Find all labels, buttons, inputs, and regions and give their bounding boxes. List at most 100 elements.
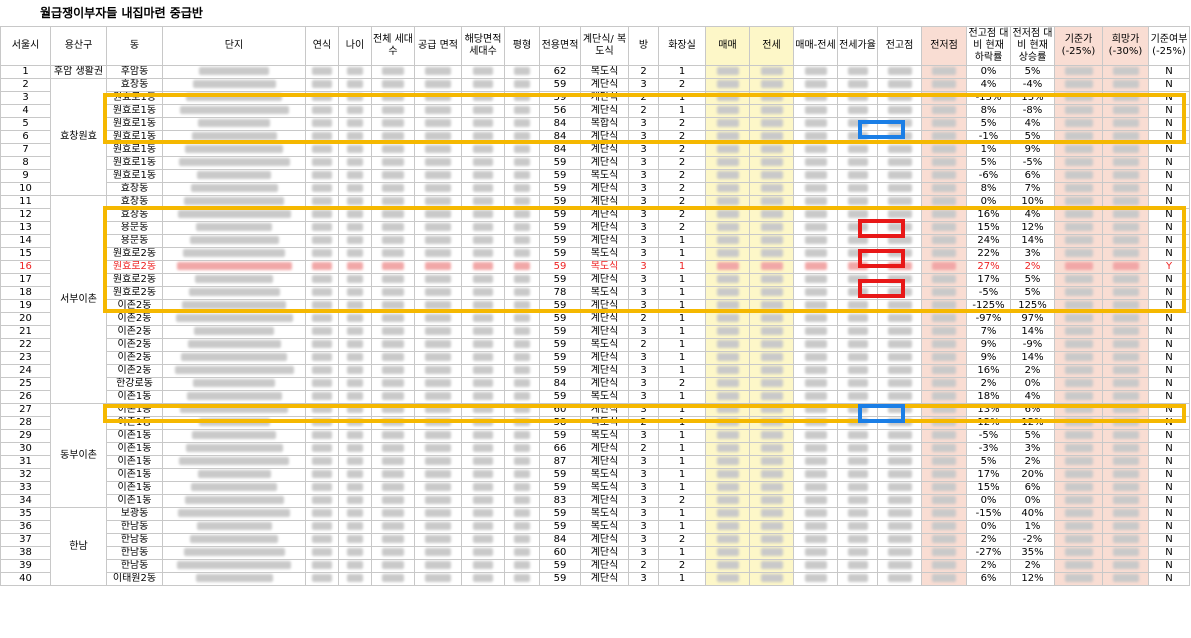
table-cell[interactable] — [1102, 507, 1149, 521]
table-cell[interactable] — [921, 169, 967, 183]
table-cell[interactable] — [749, 169, 794, 183]
table-cell[interactable]: 87 — [539, 455, 581, 469]
table-cell[interactable] — [414, 533, 462, 547]
table-cell[interactable]: 59 — [539, 169, 581, 183]
table-cell[interactable] — [837, 546, 878, 560]
table-cell[interactable] — [749, 208, 794, 222]
table-cell[interactable] — [1054, 546, 1103, 560]
table-cell[interactable]: 한남동 — [106, 559, 163, 573]
table-cell[interactable]: 125% — [1010, 299, 1055, 313]
table-cell[interactable] — [1054, 507, 1103, 521]
table-cell[interactable]: 2 — [628, 312, 659, 326]
table-cell[interactable]: 이촌1동 — [106, 429, 163, 443]
table-cell[interactable]: N — [1148, 377, 1190, 391]
table-cell[interactable]: 59 — [539, 260, 581, 274]
table-cell[interactable] — [1054, 273, 1103, 287]
table-cell[interactable] — [1054, 169, 1103, 183]
table-cell[interactable] — [921, 520, 967, 534]
table-cell[interactable] — [461, 65, 505, 79]
table-cell[interactable] — [877, 429, 922, 443]
table-cell[interactable]: 2 — [658, 182, 706, 196]
table-cell[interactable]: 3 — [628, 169, 659, 183]
table-cell[interactable] — [837, 416, 878, 430]
table-cell[interactable]: 3 — [628, 208, 659, 222]
table-row[interactable]: 14 용문동 59 계단식 3 1 24% 14% N — [0, 234, 1190, 248]
table-cell[interactable]: 9 — [0, 169, 51, 183]
table-cell[interactable] — [305, 338, 339, 352]
table-cell[interactable] — [1054, 533, 1103, 547]
table-cell[interactable]: 32 — [0, 468, 51, 482]
table-cell[interactable]: 1 — [658, 455, 706, 469]
table-cell[interactable] — [162, 65, 306, 79]
table-cell[interactable] — [338, 130, 372, 144]
table-cell[interactable]: 원효로1동 — [106, 156, 163, 170]
table-cell[interactable] — [338, 273, 372, 287]
table-cell[interactable]: 3 — [628, 299, 659, 313]
table-cell[interactable] — [371, 455, 415, 469]
table-cell[interactable] — [504, 377, 540, 391]
table-cell[interactable]: 계단식 — [580, 351, 629, 365]
table-cell[interactable] — [1054, 156, 1103, 170]
table-cell[interactable]: 3 — [628, 234, 659, 248]
table-cell[interactable] — [877, 351, 922, 365]
table-cell[interactable] — [371, 429, 415, 443]
table-row[interactable]: 25 한강로동 84 계단식 3 2 2% 0% N — [0, 377, 1190, 391]
table-cell[interactable] — [1102, 91, 1149, 105]
table-cell[interactable] — [371, 520, 415, 534]
table-cell[interactable] — [837, 481, 878, 495]
table-cell[interactable] — [749, 299, 794, 313]
table-row[interactable]: 1 후암 생활권 후암동 62 복도식 2 1 0% 5% N — [0, 65, 1190, 79]
table-cell[interactable] — [305, 481, 339, 495]
table-cell[interactable]: 20% — [1010, 468, 1055, 482]
table-cell[interactable]: 5% — [1010, 273, 1055, 287]
table-cell[interactable] — [305, 247, 339, 261]
table-cell[interactable]: 3 — [628, 351, 659, 365]
table-cell[interactable] — [793, 104, 838, 118]
table-cell[interactable]: -27% — [966, 546, 1011, 560]
table-cell[interactable] — [921, 182, 967, 196]
table-cell[interactable] — [414, 273, 462, 287]
table-cell[interactable] — [877, 234, 922, 248]
table-cell[interactable] — [749, 507, 794, 521]
table-cell[interactable]: 이촌1동 — [106, 494, 163, 508]
table-cell[interactable] — [461, 208, 505, 222]
table-row[interactable]: 22 이촌2동 59 복도식 2 1 9% -9% N — [0, 338, 1190, 352]
table-cell[interactable] — [1102, 130, 1149, 144]
table-cell[interactable] — [793, 156, 838, 170]
table-cell[interactable]: N — [1148, 520, 1190, 534]
table-cell[interactable] — [705, 377, 750, 391]
table-cell[interactable] — [921, 559, 967, 573]
table-cell[interactable] — [749, 364, 794, 378]
table-cell[interactable] — [305, 156, 339, 170]
table-cell[interactable] — [504, 260, 540, 274]
table-cell[interactable] — [414, 338, 462, 352]
table-cell[interactable]: N — [1148, 364, 1190, 378]
table-cell[interactable] — [162, 572, 306, 586]
table-cell[interactable] — [705, 455, 750, 469]
table-cell[interactable] — [1054, 260, 1103, 274]
table-cell[interactable]: 20 — [0, 312, 51, 326]
table-cell[interactable]: 18% — [966, 390, 1011, 404]
table-cell[interactable]: 계단식 — [580, 208, 629, 222]
table-cell[interactable] — [461, 78, 505, 92]
table-cell[interactable]: 59 — [539, 338, 581, 352]
table-cell[interactable] — [1102, 351, 1149, 365]
table-cell[interactable]: 3 — [0, 91, 51, 105]
table-cell[interactable] — [705, 481, 750, 495]
table-cell[interactable] — [705, 208, 750, 222]
table-cell[interactable]: 계단식 — [580, 234, 629, 248]
table-cell[interactable] — [1102, 481, 1149, 495]
table-row[interactable]: 15 원효로2동 59 복도식 3 1 22% 3% N — [0, 247, 1190, 261]
table-cell[interactable] — [305, 403, 339, 417]
table-cell[interactable] — [837, 130, 878, 144]
table-cell[interactable]: 계단식 — [580, 104, 629, 118]
table-cell[interactable]: 계단식 — [580, 546, 629, 560]
table-cell[interactable] — [1102, 260, 1149, 274]
table-row[interactable]: 38 한남동 60 계단식 3 1 -27% 35% N — [0, 546, 1190, 560]
table-cell[interactable] — [793, 182, 838, 196]
table-cell[interactable] — [749, 143, 794, 157]
table-cell[interactable]: N — [1148, 429, 1190, 443]
table-cell[interactable] — [1054, 182, 1103, 196]
table-cell[interactable] — [305, 416, 339, 430]
table-cell[interactable]: 59 — [539, 247, 581, 261]
